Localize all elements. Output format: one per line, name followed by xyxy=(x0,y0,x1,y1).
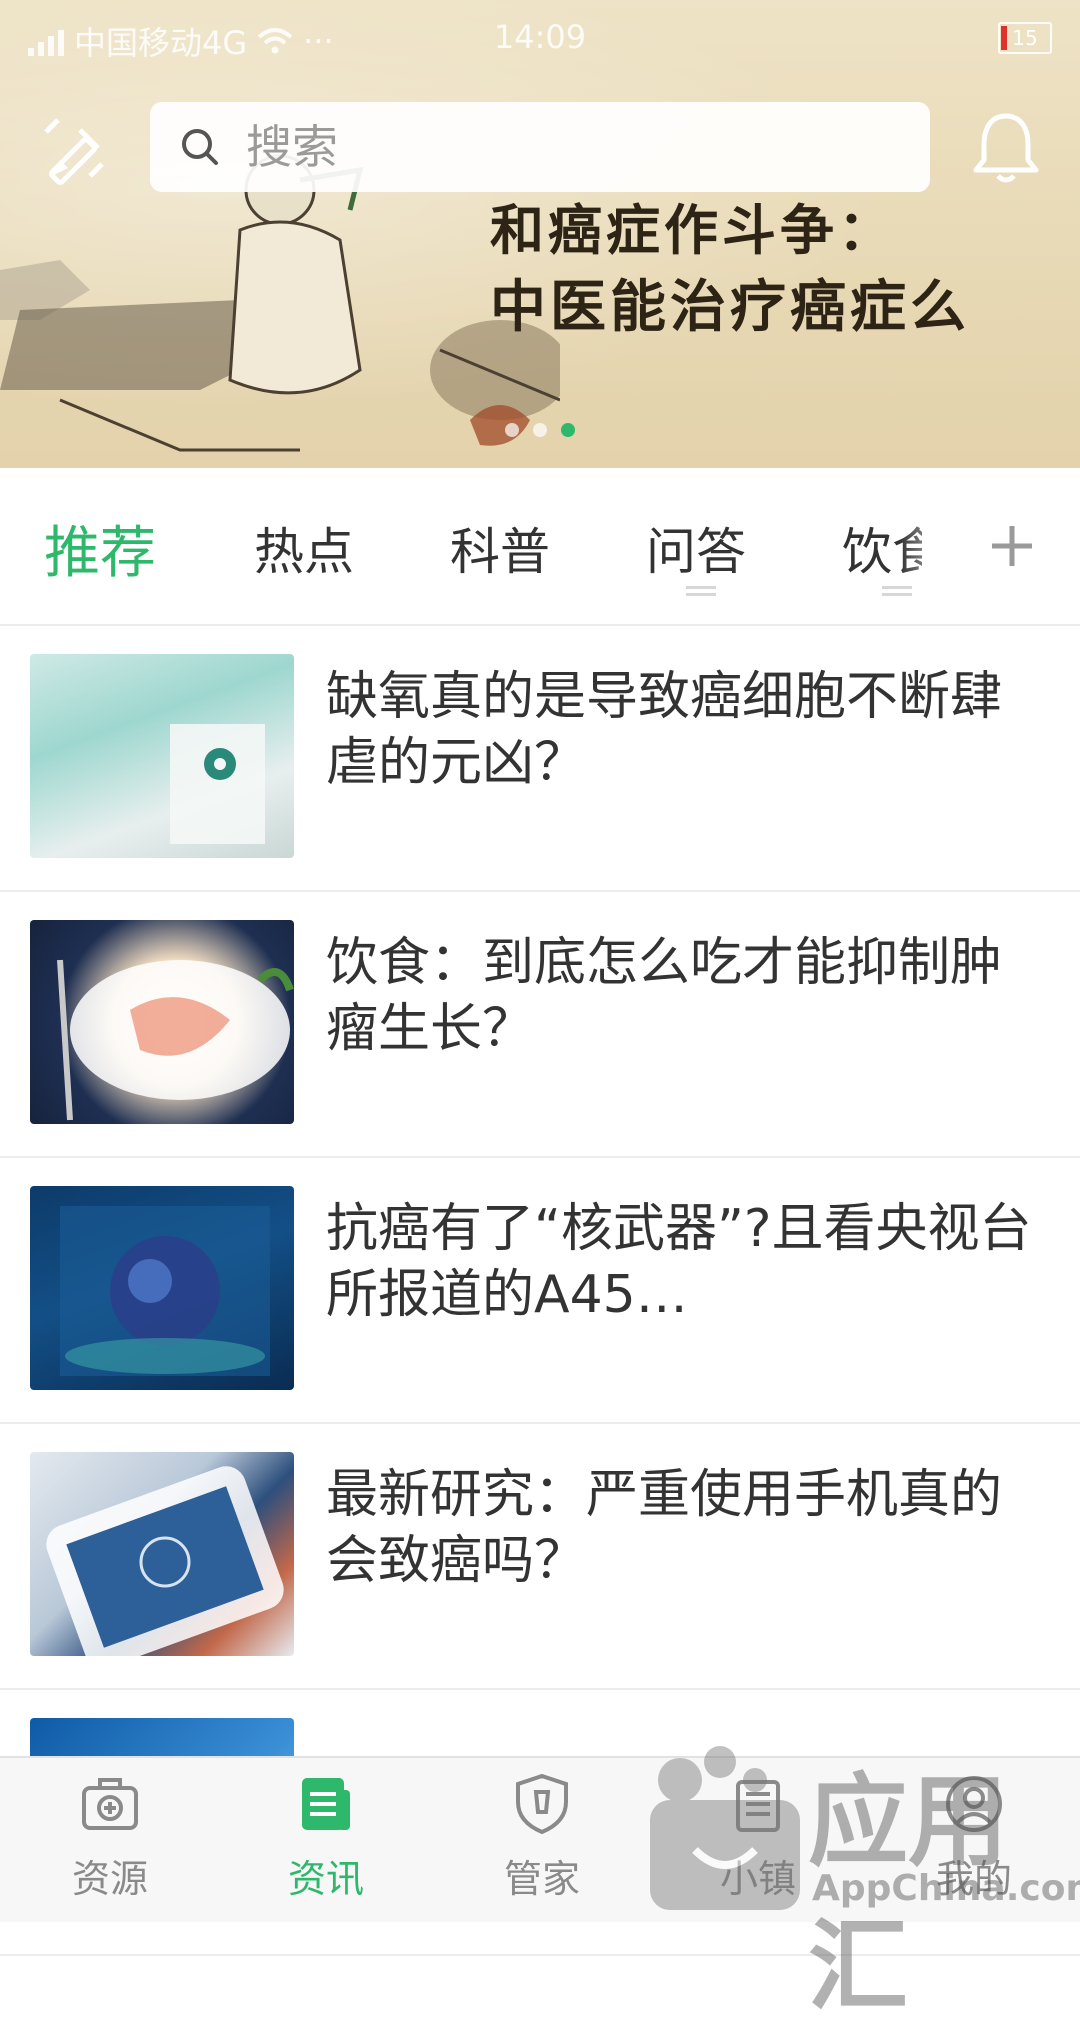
tab-science[interactable]: 科普 xyxy=(450,512,550,584)
nav-manager[interactable]: 管家 xyxy=(462,1772,622,1922)
list-item[interactable]: 饮食：到底怎么吃才能抑制肿瘤生长？ xyxy=(0,892,1080,1158)
tab-recommend[interactable]: 推荐 xyxy=(44,508,156,589)
list-item[interactable]: 抗癌有了“核武器”?且看央视台所报道的A45… xyxy=(0,1158,1080,1424)
article-thumbnail xyxy=(30,920,294,1124)
article-title: 饮食：到底怎么吃才能抑制肿瘤生长？ xyxy=(326,933,1003,1059)
clock: 14:09 xyxy=(493,18,587,56)
tabs-fade xyxy=(900,468,970,624)
nav-label: 小镇 xyxy=(719,1857,796,1901)
bell-icon[interactable] xyxy=(972,110,1040,186)
tab-hot[interactable]: 热点 xyxy=(254,512,354,584)
nav-label: 资讯 xyxy=(287,1857,364,1901)
article-thumbnail xyxy=(30,1186,294,1390)
carousel-indicator xyxy=(505,423,575,437)
list-item[interactable]: 缺氧真的是导致癌细胞不断肆虐的元凶？ xyxy=(0,626,1080,892)
tab-qa[interactable]: 问答 xyxy=(646,512,746,584)
drag-handle-icon xyxy=(686,586,716,596)
search-input[interactable] xyxy=(244,119,848,175)
carousel-dot xyxy=(533,423,547,437)
banner-title-line2: 中医能治疗癌症么 xyxy=(490,274,970,340)
article-title: 缺氧真的是导致癌细胞不断肆虐的元凶？ xyxy=(326,667,1003,793)
banner-title-line1: 和癌症作斗争： xyxy=(490,198,896,262)
battery-icon: 15 xyxy=(998,22,1052,54)
drag-handle-icon xyxy=(882,586,912,596)
medkit-icon xyxy=(82,1778,138,1830)
category-tabs: 推荐 热点 科普 问答 饮食 xyxy=(0,468,1080,626)
nav-town[interactable]: 小镇 xyxy=(678,1772,838,1922)
article-thumbnail xyxy=(30,1452,294,1656)
nav-label: 我的 xyxy=(935,1857,1012,1901)
shield-icon xyxy=(516,1773,568,1835)
bottom-nav: 资源 资讯 管家 小镇 我的 xyxy=(0,1756,1080,1922)
article-title: 最新研究：严重使用手机真的会致癌吗？ xyxy=(326,1465,1003,1591)
article-title: 抗癌有了“核武器”?且看央视台所报道的A45… xyxy=(326,1199,1032,1325)
list-item[interactable]: 最新研究：严重使用手机真的会致癌吗？ xyxy=(0,1424,1080,1690)
carousel-dot-active xyxy=(561,423,575,437)
article-thumbnail xyxy=(30,654,294,858)
profile-icon xyxy=(946,1776,1002,1832)
building-icon xyxy=(736,1780,780,1832)
search-bar[interactable] xyxy=(150,102,930,192)
search-icon xyxy=(182,129,218,165)
status-bar: 中国移动4G ··· 14:09 15 xyxy=(0,0,1080,76)
nav-label: 资源 xyxy=(71,1857,148,1901)
nav-profile[interactable]: 我的 xyxy=(894,1772,1054,1922)
carousel-dot xyxy=(505,423,519,437)
nav-news[interactable]: 资讯 xyxy=(246,1772,406,1922)
edit-icon[interactable] xyxy=(40,114,112,186)
nav-resources[interactable]: 资源 xyxy=(30,1772,190,1922)
plus-icon[interactable] xyxy=(980,508,1044,584)
news-icon xyxy=(302,1778,350,1830)
nav-label: 管家 xyxy=(503,1857,580,1901)
banner-illustration xyxy=(0,154,560,452)
